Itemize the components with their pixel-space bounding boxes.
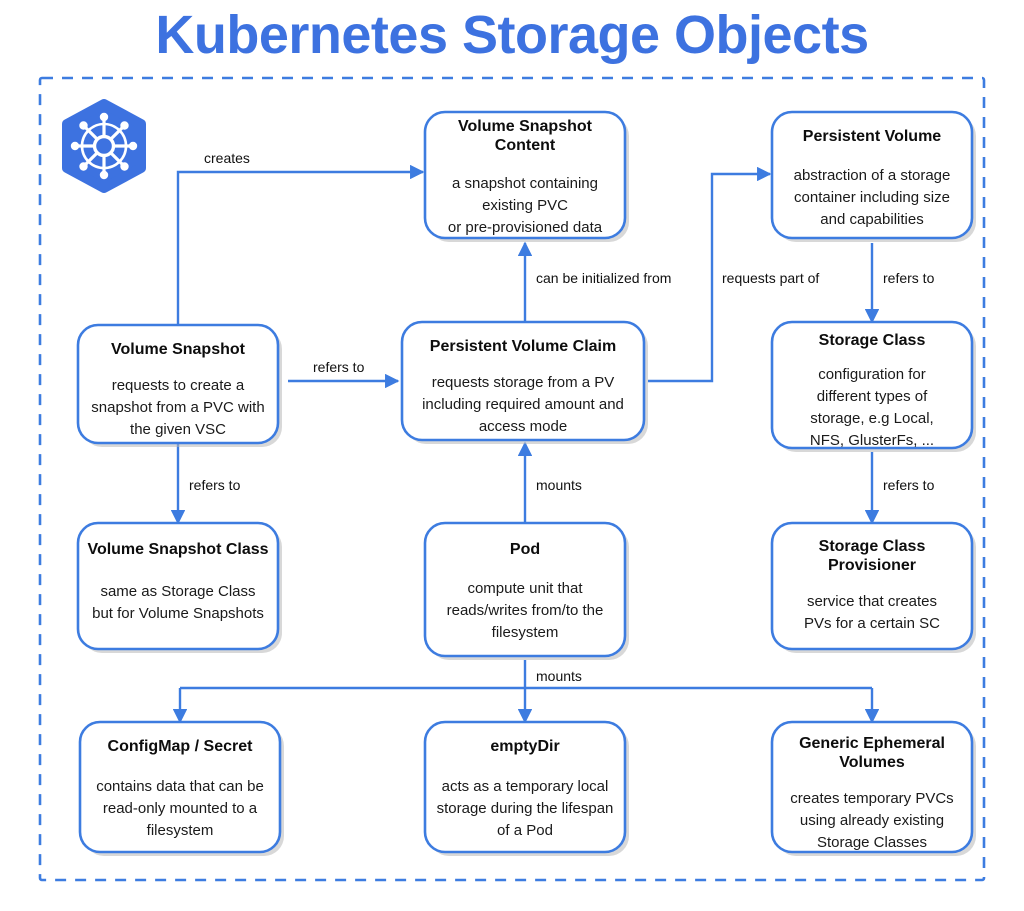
node-storage-class-provisioner[interactable]: Storage Class Provisioner service that c…	[770, 521, 976, 653]
node-configmap-secret[interactable]: ConfigMap / Secret contains data that ca…	[78, 720, 284, 856]
node-desc-line: configuration for	[818, 366, 926, 383]
node-desc-line: Storage Classes	[817, 834, 927, 851]
node-volume-snapshot-class[interactable]: Volume Snapshot Class same as Storage Cl…	[76, 521, 282, 653]
node-desc-line: or pre-provisioned data	[448, 219, 603, 236]
edge-pvc-initialized-from-vsc: can be initialized from	[517, 241, 671, 322]
kubernetes-logo	[62, 99, 146, 193]
node-persistent-volume[interactable]: Persistent Volume abstraction of a stora…	[770, 110, 976, 242]
node-desc-line: filesystem	[147, 822, 214, 839]
node-desc-line: existing PVC	[482, 197, 568, 214]
node-title: ConfigMap / Secret	[108, 738, 254, 755]
node-desc-line: the given VSC	[130, 421, 226, 438]
node-storage-class[interactable]: Storage Class configuration for differen…	[770, 320, 976, 452]
node-title-line2: Volumes	[839, 754, 905, 771]
node-desc-line: NFS, GlusterFs, ...	[810, 432, 934, 449]
edge-label-refers-to-pvc: refers to	[313, 359, 365, 375]
node-generic-ephemeral-volumes[interactable]: Generic Ephemeral Volumes creates tempor…	[770, 720, 976, 856]
node-volume-snapshot-content[interactable]: Volume Snapshot Content a snapshot conta…	[423, 110, 629, 242]
node-desc-line: requests storage from a PV	[432, 374, 615, 391]
node-title: Volume Snapshot Class	[87, 541, 268, 558]
node-desc-line: a snapshot containing	[452, 175, 598, 192]
node-desc-line: contains data that can be	[96, 778, 264, 795]
node-desc-line: read-only mounted to a	[103, 800, 258, 817]
node-desc-line: requests to create a	[112, 377, 245, 394]
node-desc-line: of a Pod	[497, 822, 553, 839]
node-desc-line: using already existing	[800, 812, 944, 829]
edge-label-mounts-volumes: mounts	[536, 668, 582, 684]
edge-label-mounts-pvc: mounts	[536, 477, 582, 493]
edge-label-can-be-initialized-from: can be initialized from	[536, 270, 671, 286]
edge-label-creates: creates	[204, 150, 250, 166]
node-desc-line: acts as a temporary local	[442, 778, 609, 795]
node-desc-line: but for Volume Snapshots	[92, 605, 264, 622]
node-title: Persistent Volume Claim	[430, 338, 616, 355]
node-desc-line: storage during the lifespan	[437, 800, 614, 817]
node-title-line2: Content	[495, 137, 556, 154]
edge-label-refers-to-provisioner: refers to	[883, 477, 935, 493]
node-title: Persistent Volume	[803, 128, 942, 145]
node-desc-line: reads/writes from/to the	[447, 602, 604, 619]
edge-pod-mounts-volumes: mounts	[172, 660, 880, 724]
edge-volume-snapshot-creates-vsc: creates	[176, 150, 425, 325]
edge-label-refers-to-vsclass: refers to	[189, 477, 241, 493]
node-desc-line: access mode	[479, 418, 567, 435]
node-desc-line: including required amount and	[422, 396, 624, 413]
node-desc-line: and capabilities	[820, 211, 923, 228]
node-title: Volume Snapshot	[111, 341, 246, 358]
node-desc-line: creates temporary PVCs	[790, 790, 953, 807]
node-desc-line: different types of	[817, 388, 928, 405]
node-desc-line: storage, e.g Local,	[810, 410, 933, 427]
node-title: Pod	[510, 541, 540, 558]
node-emptydir[interactable]: emptyDir acts as a temporary local stora…	[423, 720, 629, 856]
node-desc-line: same as Storage Class	[100, 583, 255, 600]
edge-pv-refers-to-storage-class: refers to	[864, 243, 935, 324]
diagram-canvas: creates can be initialized from requests…	[38, 76, 986, 882]
edge-volume-snapshot-refers-to-vsclass: refers to	[170, 443, 241, 525]
node-title: Storage Class	[819, 332, 926, 349]
node-desc-line: compute unit that	[467, 580, 583, 597]
node-title: Volume Snapshot	[458, 118, 593, 135]
node-persistent-volume-claim[interactable]: Persistent Volume Claim requests storage…	[400, 320, 648, 444]
node-title: Generic Ephemeral	[799, 735, 945, 752]
node-title: Storage Class	[819, 538, 926, 555]
edge-storage-class-refers-to-provisioner: refers to	[864, 452, 935, 525]
node-title: emptyDir	[490, 738, 559, 755]
node-desc-line: filesystem	[492, 624, 559, 641]
edge-volume-snapshot-refers-to-pvc: refers to	[288, 359, 400, 389]
edge-label-requests-part-of: requests part of	[722, 270, 819, 286]
node-title-line2: Provisioner	[828, 557, 916, 574]
node-volume-snapshot[interactable]: Volume Snapshot requests to create a sna…	[76, 323, 282, 447]
diagram-page: Kubernetes Storage Objects creates can b…	[0, 0, 1024, 911]
node-desc-line: service that creates	[807, 593, 937, 610]
edge-pod-mounts-pvc: mounts	[517, 441, 582, 523]
node-desc-line: container including size	[794, 189, 950, 206]
node-desc-line: abstraction of a storage	[794, 167, 951, 184]
node-pod[interactable]: Pod compute unit that reads/writes from/…	[423, 521, 629, 660]
node-desc-line: snapshot from a PVC with	[91, 399, 264, 416]
edge-label-refers-to-storage-class: refers to	[883, 270, 935, 286]
node-desc-line: PVs for a certain SC	[804, 615, 940, 632]
